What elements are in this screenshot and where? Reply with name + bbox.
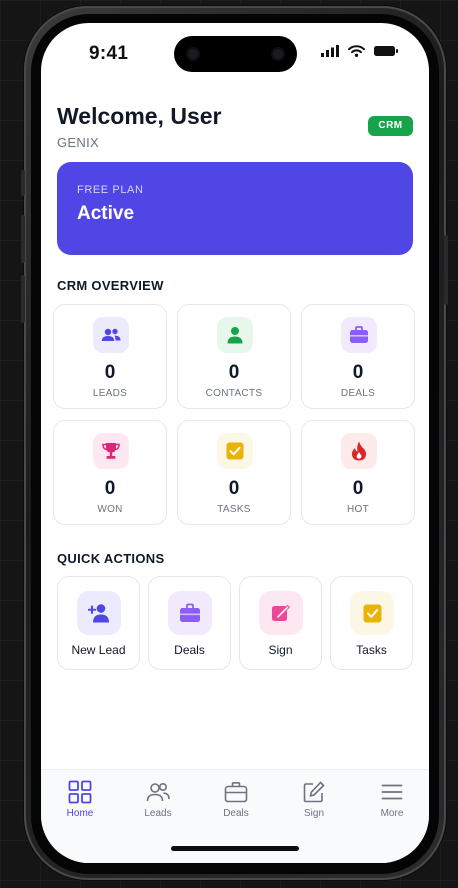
edit-icon (303, 781, 325, 803)
welcome-title: Welcome, User (57, 103, 222, 129)
quick-action-tasks[interactable]: Tasks (330, 576, 413, 670)
tab-home[interactable]: Home (45, 780, 115, 820)
tab-label: Home (66, 808, 94, 819)
plan-card[interactable]: FREE PLAN Active (57, 162, 413, 255)
sensor-icon (271, 47, 285, 61)
quick-action-label: Tasks (356, 643, 387, 657)
stat-value: 0 (352, 478, 364, 499)
stat-card-leads[interactable]: 0 LEADS (53, 304, 167, 409)
volume-down-button (21, 275, 25, 323)
menu-icon (381, 784, 403, 800)
stat-label: HOT (346, 504, 369, 515)
battery-icon (374, 46, 398, 56)
briefcase-icon (341, 317, 377, 353)
stat-value: 0 (228, 478, 240, 499)
briefcase-icon (224, 782, 248, 803)
plan-label: FREE PLAN (77, 184, 144, 196)
quick-action-new-lead[interactable]: New Lead (57, 576, 140, 670)
stat-label: TASKS (217, 504, 251, 515)
tab-label: Leads (144, 808, 172, 819)
quick-action-label: New Lead (71, 643, 126, 657)
users-icon (93, 317, 129, 353)
app-screen: 9:41 Welcome, User GENIX CRM FREE PLAN A… (41, 23, 429, 863)
tab-more[interactable]: More (357, 780, 427, 820)
add-user-icon (77, 591, 121, 635)
quick-action-sign[interactable]: Sign (239, 576, 322, 670)
status-icons (321, 45, 399, 57)
quick-action-deals[interactable]: Deals (148, 576, 231, 670)
stat-value: 0 (352, 362, 364, 383)
stat-value: 0 (104, 478, 116, 499)
person-icon (217, 317, 253, 353)
tab-label: Sign (303, 808, 324, 819)
quick-actions-title: QUICK ACTIONS (57, 551, 165, 566)
tab-sign[interactable]: Sign (279, 780, 349, 820)
stat-card-contacts[interactable]: 0 CONTACTS (177, 304, 291, 409)
tab-deals[interactable]: Deals (201, 780, 271, 820)
wifi-icon (348, 45, 365, 57)
trophy-icon (93, 433, 129, 469)
grid-icon (68, 780, 92, 804)
home-indicator (171, 846, 299, 851)
stat-value: 0 (104, 362, 116, 383)
camera-icon (186, 47, 200, 61)
briefcase-icon (168, 591, 212, 635)
stat-card-hot[interactable]: 0 HOT (301, 420, 415, 525)
power-button (444, 235, 448, 305)
mute-switch (21, 170, 25, 196)
status-time: 9:41 (89, 43, 129, 64)
quick-action-label: Deals (174, 643, 205, 657)
stat-label: LEADS (92, 388, 128, 399)
overview-title: CRM OVERVIEW (57, 278, 164, 293)
stat-label: CONTACTS (205, 388, 263, 399)
tab-leads[interactable]: Leads (123, 780, 193, 820)
volume-up-button (21, 215, 25, 263)
crm-badge: CRM (368, 116, 413, 136)
users-icon (146, 782, 170, 802)
signal-icon (321, 45, 339, 57)
signature-icon (259, 591, 303, 635)
tab-label: More (380, 808, 404, 819)
flame-icon (341, 433, 377, 469)
stat-card-tasks[interactable]: 0 TASKS (177, 420, 291, 525)
brand-name: GENIX (57, 135, 99, 150)
checkbox-icon (350, 591, 394, 635)
tab-label: Deals (223, 808, 249, 819)
stat-label: WON (97, 504, 123, 515)
stat-label: DEALS (340, 388, 376, 399)
stat-card-won[interactable]: 0 WON (53, 420, 167, 525)
quick-action-label: Sign (268, 643, 293, 657)
stat-value: 0 (228, 362, 240, 383)
stat-card-deals[interactable]: 0 DEALS (301, 304, 415, 409)
checkbox-icon (217, 433, 253, 469)
dynamic-island (174, 36, 297, 72)
plan-status: Active (77, 203, 135, 224)
